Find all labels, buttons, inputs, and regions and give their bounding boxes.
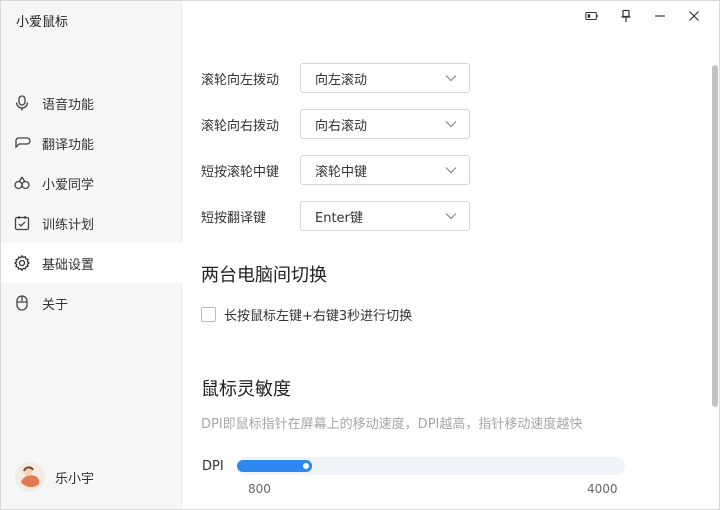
dpi-label: DPI xyxy=(202,459,224,474)
setting-label: 滚轮向左拨动 xyxy=(201,72,280,88)
select-value: 向左滚动 xyxy=(315,72,368,88)
chevron-down-icon xyxy=(445,75,457,82)
select-value: 向右滚动 xyxy=(315,118,368,134)
sidebar-item-label: 语音功能 xyxy=(42,97,95,113)
sidebar-item-label: 基础设置 xyxy=(42,257,95,273)
dpi-min-label: 800 xyxy=(248,482,271,496)
gear-icon xyxy=(13,254,31,272)
sidebar-item-training[interactable]: 训练计划 xyxy=(1,203,182,243)
mouse-icon xyxy=(13,294,31,312)
scrollbar[interactable] xyxy=(712,65,718,407)
app-window: 小爱鼠标 语音功能 翻译功能 小爱同学 训练计划 基础设置 关于 乐小宇 滚轮向… xyxy=(0,0,720,510)
switch-checkbox[interactable] xyxy=(201,307,216,322)
sidebar-nav: 语音功能 翻译功能 小爱同学 训练计划 基础设置 关于 xyxy=(1,83,182,323)
dpi-max-label: 4000 xyxy=(587,482,618,496)
sidebar-item-xiaoai[interactable]: 小爱同学 xyxy=(1,163,182,203)
microphone-icon xyxy=(13,94,31,112)
sidebar-item-basic-settings[interactable]: 基础设置 xyxy=(1,243,182,283)
setting-label: 短按滚轮中键 xyxy=(201,164,280,180)
sidebar-item-translate[interactable]: 翻译功能 xyxy=(1,123,182,163)
middle-click-select[interactable]: 滚轮中键 xyxy=(300,155,470,185)
select-value: 滚轮中键 xyxy=(315,164,368,180)
sidebar-item-label: 小爱同学 xyxy=(42,177,95,193)
sidebar-item-label: 训练计划 xyxy=(42,217,95,233)
select-value: Enter键 xyxy=(315,210,363,226)
setting-label: 短按翻译键 xyxy=(201,210,267,226)
setting-row-wheel-left: 滚轮向左拨动 向左滚动 xyxy=(201,63,470,93)
switch-option[interactable]: 长按鼠标左键+右键3秒进行切换 xyxy=(201,305,412,324)
user-profile[interactable]: 乐小宇 xyxy=(15,462,94,492)
calendar-check-icon xyxy=(13,214,31,232)
avatar[interactable] xyxy=(15,462,45,492)
setting-row-wheel-right: 滚轮向右拨动 向右滚动 xyxy=(201,109,470,139)
section-title-switch: 两台电脑间切换 xyxy=(201,265,327,286)
dpi-slider[interactable] xyxy=(237,457,625,475)
wheel-left-select[interactable]: 向左滚动 xyxy=(300,63,470,93)
setting-row-middle-click: 短按滚轮中键 滚轮中键 xyxy=(201,155,470,185)
chevron-down-icon xyxy=(445,121,457,128)
switch-checkbox-label[interactable]: 长按鼠标左键+右键3秒进行切换 xyxy=(224,305,412,324)
translate-key-select[interactable]: Enter键 xyxy=(300,201,470,231)
dpi-control: DPI xyxy=(201,455,631,479)
wheel-right-select[interactable]: 向右滚动 xyxy=(300,109,470,139)
user-name: 乐小宇 xyxy=(55,471,95,487)
section-title-sensitivity: 鼠标灵敏度 xyxy=(201,379,291,400)
sidebar: 小爱鼠标 语音功能 翻译功能 小爱同学 训练计划 基础设置 关于 乐小宇 xyxy=(1,1,182,509)
setting-row-translate-key: 短按翻译键 Enter键 xyxy=(201,201,470,231)
sidebar-item-label: 关于 xyxy=(42,297,69,313)
chevron-down-icon xyxy=(445,213,457,220)
sidebar-item-voice[interactable]: 语音功能 xyxy=(1,83,182,123)
sidebar-item-about[interactable]: 关于 xyxy=(1,283,182,323)
sensitivity-description: DPI即鼠标指针在屏幕上的移动速度，DPI越高，指针移动速度越快 xyxy=(201,417,583,432)
sidebar-item-label: 翻译功能 xyxy=(42,137,95,153)
translate-chat-icon xyxy=(13,134,31,152)
dpi-slider-thumb[interactable] xyxy=(300,460,312,472)
app-title: 小爱鼠标 xyxy=(16,15,69,30)
settings-panel: 滚轮向左拨动 向左滚动 滚轮向右拨动 向右滚动 短按滚轮中键 滚轮中键 短按翻译… xyxy=(183,1,711,509)
xiaoai-icon xyxy=(13,174,31,192)
chevron-down-icon xyxy=(445,167,457,174)
setting-label: 滚轮向右拨动 xyxy=(201,118,280,134)
